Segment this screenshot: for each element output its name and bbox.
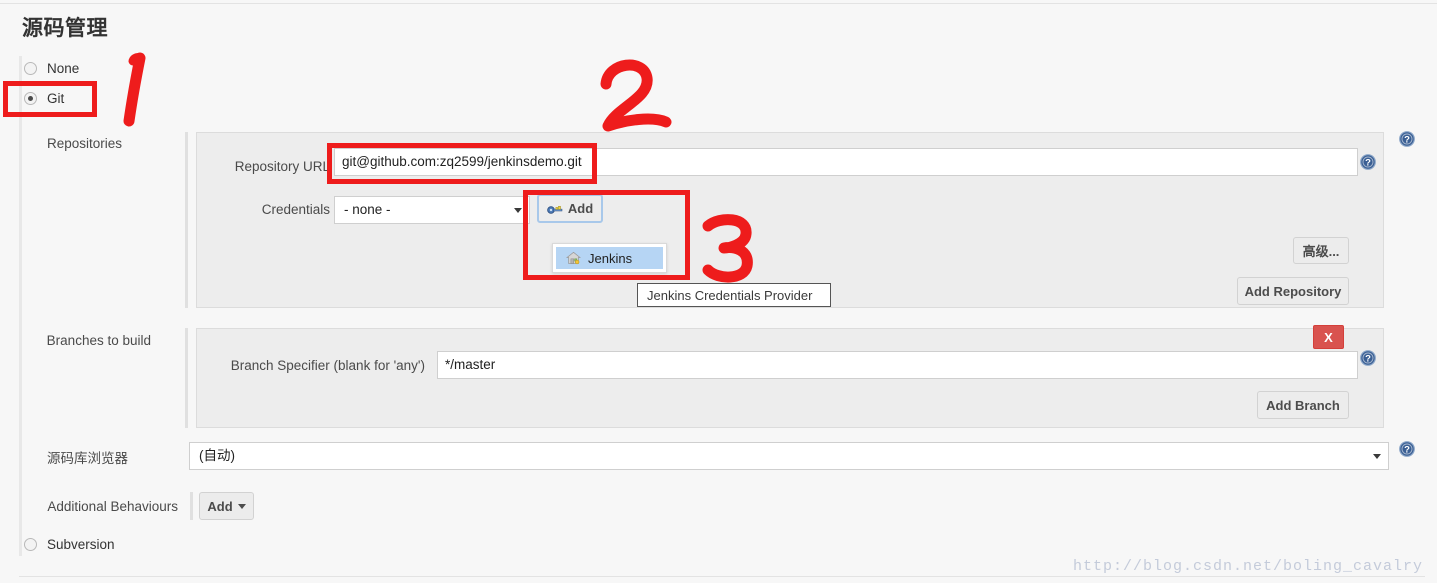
scm-config-page: 源码管理 None Git Repositories Repository UR…	[0, 0, 1437, 583]
add-branch-button-label: Add Branch	[1266, 397, 1340, 413]
radio-none[interactable]	[24, 61, 37, 75]
form-left-guide	[19, 56, 22, 556]
delete-branch-button-label: X	[1324, 329, 1333, 345]
chevron-down-icon-credentials	[514, 208, 522, 213]
annotation-marker-2	[600, 59, 672, 132]
credentials-select-value: - none -	[344, 202, 391, 217]
help-icon-repositories[interactable]: ?	[1399, 131, 1415, 147]
additional-behaviours-add-label: Add	[207, 498, 233, 514]
credentials-add-button[interactable]: Add	[537, 194, 603, 223]
add-repository-button-label: Add Repository	[1244, 283, 1342, 299]
top-divider	[0, 3, 1437, 4]
scm-option-none[interactable]: None	[24, 58, 79, 78]
repository-url-label: Repository URL	[234, 159, 330, 174]
scm-option-subversion-label: Subversion	[47, 536, 115, 552]
credentials-provider-menu[interactable]: Jenkins	[552, 243, 667, 273]
additional-behaviours-separator	[190, 492, 193, 520]
menu-item-jenkins-label: Jenkins	[588, 250, 633, 266]
key-icon	[547, 205, 563, 214]
scm-option-none-label: None	[47, 60, 80, 76]
add-repository-button[interactable]: Add Repository	[1237, 277, 1349, 305]
svg-text:?: ?	[1404, 135, 1410, 146]
repository-url-input[interactable]	[334, 148, 1358, 176]
help-icon-repository-url[interactable]: ?	[1360, 154, 1376, 170]
branches-separator	[185, 328, 188, 428]
advanced-button-label: 高级...	[1302, 244, 1340, 259]
repository-browser-label: 源码库浏览器	[47, 451, 128, 466]
scm-option-git-label: Git	[47, 90, 65, 106]
watermark: http://blog.csdn.net/boling_cavalry	[1072, 558, 1423, 575]
chevron-down-icon-additional-behaviours	[237, 503, 246, 509]
page-title: 源码管理	[22, 17, 108, 40]
delete-branch-button[interactable]: X	[1313, 325, 1344, 349]
menu-item-jenkins[interactable]: Jenkins	[556, 247, 663, 269]
scm-option-subversion[interactable]: Subversion	[24, 534, 115, 554]
repositories-separator	[185, 132, 188, 308]
repositories-label: Repositories	[46, 136, 122, 151]
additional-behaviours-label: Additional Behaviours	[47, 499, 178, 514]
additional-behaviours-add-button[interactable]: Add	[199, 492, 254, 520]
credentials-provider-tooltip: Jenkins Credentials Provider	[637, 283, 831, 307]
chevron-down-icon-repository-browser	[1373, 454, 1381, 459]
repository-browser-select[interactable]: (自动)	[189, 442, 1389, 470]
scm-option-git[interactable]: Git	[24, 88, 64, 108]
help-icon-repository-browser[interactable]: ?	[1399, 441, 1415, 457]
jenkins-house-icon	[566, 251, 581, 265]
branches-to-build-label: Branches to build	[46, 333, 151, 348]
credentials-add-button-label: Add	[567, 201, 594, 216]
branch-specifier-label: Branch Specifier (blank for 'any')	[230, 358, 425, 373]
bottom-divider	[19, 576, 1425, 577]
credentials-select[interactable]: - none -	[334, 196, 530, 224]
help-icon-branch-specifier[interactable]: ?	[1360, 350, 1376, 366]
advanced-button[interactable]: 高级...	[1293, 237, 1349, 264]
svg-text:?: ?	[1365, 354, 1371, 365]
svg-text:?: ?	[1404, 445, 1410, 456]
add-branch-button[interactable]: Add Branch	[1257, 391, 1349, 419]
radio-subversion[interactable]	[24, 537, 37, 551]
radio-git[interactable]	[24, 91, 37, 105]
repository-browser-value: (自动)	[199, 448, 235, 463]
credentials-label: Credentials	[261, 202, 330, 217]
svg-text:?: ?	[1365, 158, 1371, 169]
branch-specifier-input[interactable]	[437, 351, 1358, 379]
annotation-marker-1	[123, 52, 146, 127]
